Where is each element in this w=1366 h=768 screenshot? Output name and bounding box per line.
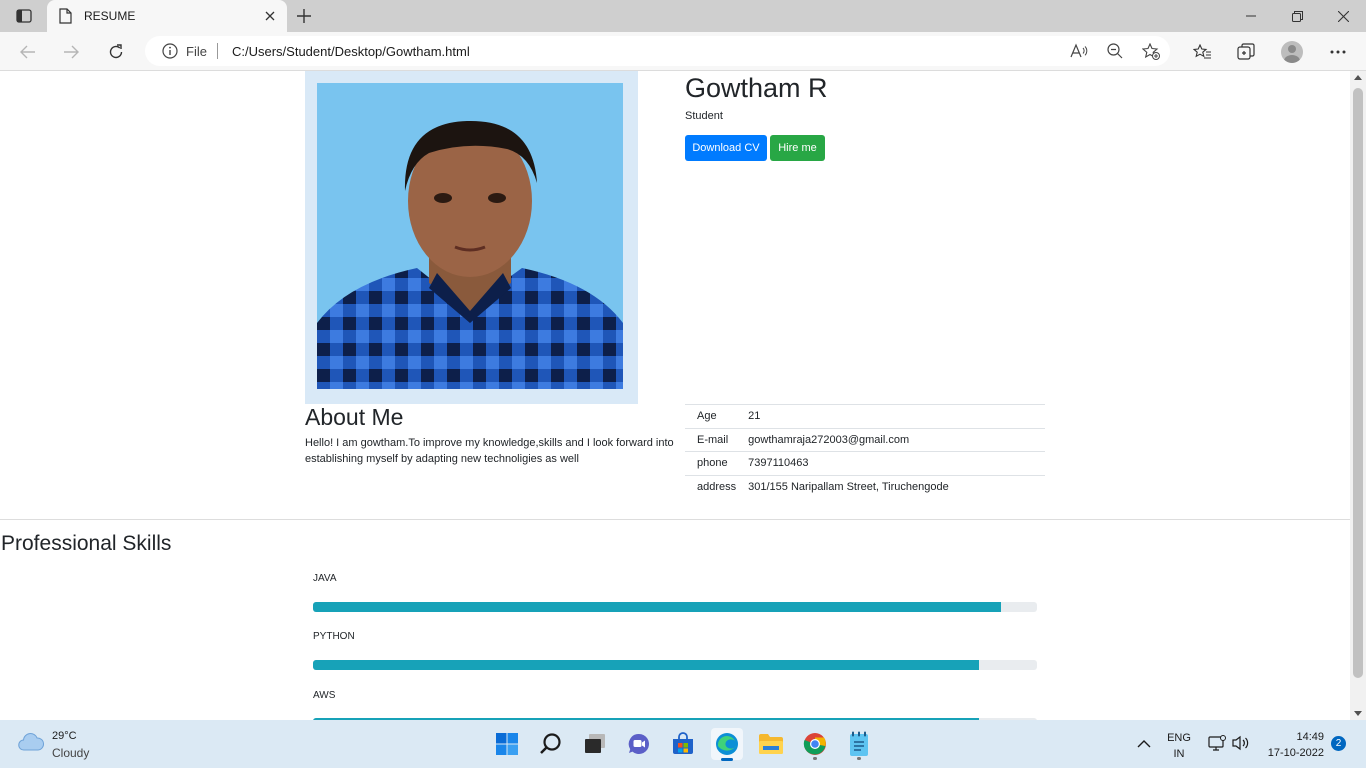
taskbar: 29°C Cloudy ENG IN 14:49 17-10-2022 2 [0, 720, 1366, 768]
browser-toolbar: File C:/Users/Student/Desktop/Gowtham.ht… [0, 32, 1366, 71]
chevron-up-icon[interactable] [1137, 736, 1151, 754]
details-table: Age 21 E-mail gowthamraja272003@gmail.co… [685, 404, 1045, 499]
detail-label: phone [685, 451, 749, 475]
clock-date: 17-10-2022 [1267, 747, 1324, 759]
weather-condition[interactable]: Cloudy [52, 746, 89, 760]
detail-value: 21 [748, 404, 1045, 428]
download-cv-button[interactable]: Download CV [685, 135, 767, 161]
page-scrollbar[interactable] [1350, 71, 1366, 720]
detail-label: E-mail [685, 427, 749, 452]
region-code: IN [1173, 748, 1185, 760]
profile-name: Gowtham R [685, 73, 828, 103]
tab-title: RESUME [84, 9, 136, 23]
volume-icon[interactable] [1232, 735, 1250, 756]
file-explorer-icon[interactable] [755, 728, 787, 760]
table-row: E-mail gowthamraja272003@gmail.com [685, 427, 1045, 452]
address-url[interactable]: C:/Users/Student/Desktop/Gowtham.html [232, 44, 470, 59]
section-divider [0, 519, 1350, 520]
skill-bar-java [313, 602, 1001, 612]
clock-time: 14:49 [1296, 731, 1324, 743]
notification-badge[interactable]: 2 [1331, 736, 1346, 751]
address-bar[interactable]: File C:/Users/Student/Desktop/Gowtham.ht… [145, 36, 1170, 66]
skill-label-aws: AWS [313, 690, 336, 701]
zoom-out-icon[interactable] [1104, 41, 1126, 61]
skill-bar-python [313, 660, 980, 670]
back-icon[interactable] [14, 38, 42, 66]
detail-value: 301/155 Naripallam Street, Tiruchengode [748, 474, 1045, 499]
scrollbar-thumb[interactable] [1353, 88, 1363, 678]
info-icon[interactable] [162, 43, 178, 64]
read-aloud-icon[interactable] [1068, 41, 1090, 61]
language-code: ENG [1167, 732, 1191, 744]
weather-temperature[interactable]: 29°C [52, 730, 77, 742]
favorites-icon[interactable] [1189, 39, 1215, 65]
edge-icon[interactable] [711, 728, 743, 761]
search-icon[interactable] [535, 728, 567, 760]
address-separator [217, 43, 218, 59]
start-icon[interactable] [491, 728, 523, 760]
task-view-icon[interactable] [579, 728, 611, 760]
cloud-icon[interactable] [17, 732, 45, 757]
detail-label: address [685, 474, 749, 499]
profile-role: Student [685, 110, 723, 122]
about-text: Hello! I am gowtham.To improve my knowle… [305, 437, 674, 465]
skill-label-python: PYTHON [313, 631, 355, 642]
system-clock[interactable]: 14:49 17-10-2022 [1258, 729, 1324, 761]
skill-progress-java [313, 602, 1037, 612]
profile-avatar[interactable] [1279, 39, 1305, 65]
page-viewport: Gowtham R Student Download CV Hire me Ab… [0, 71, 1366, 720]
about-title: About Me [305, 404, 404, 430]
address-scheme-label: File [186, 44, 207, 59]
new-tab-icon[interactable] [293, 5, 315, 27]
skill-label-java: JAVA [313, 573, 337, 584]
restore-icon[interactable] [1274, 0, 1320, 32]
browser-tab-resume[interactable]: RESUME [47, 0, 287, 32]
store-icon[interactable] [667, 728, 699, 760]
table-row: phone 7397110463 [685, 451, 1045, 475]
close-window-icon[interactable] [1320, 0, 1366, 32]
skill-progress-python [313, 660, 1037, 670]
table-row: address 301/155 Naripallam Street, Tiruc… [685, 474, 1045, 499]
forward-icon[interactable] [57, 38, 85, 66]
tab-actions-icon[interactable] [14, 7, 34, 25]
chrome-icon[interactable] [799, 728, 831, 760]
language-indicator[interactable]: ENG IN [1166, 730, 1192, 762]
teams-chat-icon[interactable] [623, 728, 655, 760]
add-favorite-icon[interactable] [1140, 41, 1162, 61]
collections-icon[interactable] [1233, 39, 1259, 65]
table-row: Age 21 [685, 404, 1045, 428]
skills-title: Professional Skills [1, 532, 172, 555]
refresh-icon[interactable] [102, 38, 130, 66]
browser-tab-strip: RESUME [0, 0, 1366, 32]
network-icon[interactable] [1208, 735, 1226, 756]
scroll-down-icon[interactable] [1354, 711, 1362, 716]
detail-label: Age [685, 404, 749, 428]
close-tab-icon[interactable] [261, 7, 279, 25]
detail-value: gowthamraja272003@gmail.com [748, 427, 1045, 452]
more-options-icon[interactable] [1325, 39, 1351, 65]
minimize-icon[interactable] [1228, 0, 1274, 32]
detail-value: 7397110463 [748, 451, 1045, 475]
page-icon [59, 8, 72, 29]
notepad-icon[interactable] [843, 728, 875, 760]
scroll-up-icon[interactable] [1354, 75, 1362, 80]
profile-photo [305, 71, 638, 404]
hire-me-button[interactable]: Hire me [770, 135, 825, 161]
